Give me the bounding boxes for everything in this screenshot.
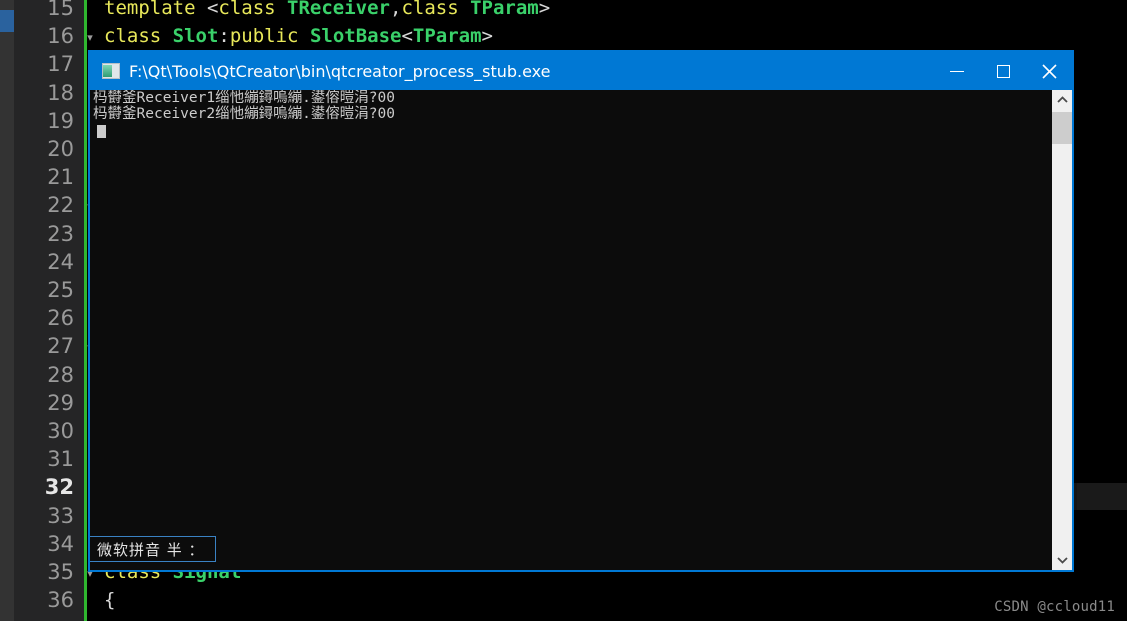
line-number: 30 bbox=[47, 419, 74, 443]
code-token: > bbox=[481, 25, 493, 48]
maximize-icon bbox=[996, 64, 1010, 78]
line-number: 35 bbox=[47, 560, 74, 584]
line-number: 24 bbox=[47, 249, 74, 274]
line-number: 27 bbox=[47, 334, 74, 359]
code-token: < bbox=[206, 0, 219, 19]
line-number: 21 bbox=[47, 165, 74, 190]
code-token: class bbox=[401, 0, 471, 19]
code-token: TParam bbox=[470, 0, 539, 19]
code-token: class bbox=[218, 0, 288, 19]
line-number: 34 bbox=[47, 531, 74, 556]
chevron-up-icon bbox=[1056, 96, 1068, 103]
line-number: 26 bbox=[47, 306, 74, 331]
line-number: 18 bbox=[47, 80, 74, 105]
console-scrollbar[interactable] bbox=[1052, 90, 1072, 570]
scroll-down-button[interactable] bbox=[1052, 550, 1072, 570]
editor-side-panel bbox=[1077, 483, 1127, 510]
code-token: SlotBase bbox=[309, 25, 402, 48]
console-window[interactable]: F:\Qt\Tools\QtCreator\bin\qtcreator_proc… bbox=[88, 50, 1074, 572]
code-token: Slot bbox=[172, 25, 219, 48]
line-number: 28 bbox=[47, 362, 74, 387]
console-output-area[interactable]: 杩欎釜Receiver1缁忚繃鐞嗚繃.鍙傛暟涓?00 杩欎釜Receiver2缁忚… bbox=[90, 90, 1072, 570]
console-cursor bbox=[97, 125, 106, 138]
screen: 15 16 17 18 19 20 21 22 23 24 25 26 27 28 29 30 31 32 33 34… bbox=[0, 0, 1127, 621]
window-controls bbox=[934, 52, 1072, 90]
close-button[interactable] bbox=[1026, 52, 1072, 90]
csdn-watermark: CSDN @ccloud11 bbox=[994, 599, 1115, 615]
code-line[interactable]: class Slot:public SlotBase<TParam> bbox=[104, 22, 493, 50]
code-token: template bbox=[104, 0, 207, 19]
line-number: 22 bbox=[47, 193, 74, 218]
code-token: : bbox=[218, 25, 230, 48]
ime-status-indicator[interactable]: 微软拼音 半 ： bbox=[90, 536, 216, 562]
code-token: public bbox=[229, 25, 310, 48]
console-title-text: F:\Qt\Tools\QtCreator\bin\qtcreator_proc… bbox=[129, 61, 551, 81]
line-number: 36 bbox=[47, 588, 74, 613]
code-token: > bbox=[538, 0, 551, 19]
line-number: 16 bbox=[47, 24, 74, 49]
minimize-button[interactable] bbox=[934, 52, 980, 90]
ime-status-text: 微软拼音 半 ： bbox=[97, 540, 205, 559]
line-number: 25 bbox=[47, 278, 74, 302]
bookmark-marker[interactable] bbox=[0, 10, 14, 32]
line-number: 29 bbox=[47, 390, 74, 415]
line-number: 19 bbox=[47, 108, 74, 133]
line-number: 23 bbox=[47, 221, 74, 246]
console-titlebar[interactable]: F:\Qt\Tools\QtCreator\bin\qtcreator_proc… bbox=[90, 52, 1072, 90]
close-icon bbox=[1041, 63, 1057, 79]
chevron-down-icon bbox=[1056, 557, 1068, 564]
scroll-up-button[interactable] bbox=[1052, 90, 1072, 110]
line-number: 33 bbox=[47, 503, 74, 528]
code-token: TReceiver bbox=[287, 0, 390, 19]
code-token: , bbox=[390, 0, 402, 19]
console-text: 杩欎釜Receiver1缁忚繃鐞嗚繃.鍙傛暟涓?00 杩欎釜Receiver2缁忚… bbox=[93, 90, 1050, 138]
console-output-line: 杩欎釜Receiver2缁忚繃鐞嗚繃.鍙傛暟涓?00 bbox=[93, 106, 395, 122]
minimize-icon bbox=[950, 70, 964, 72]
code-token: < bbox=[401, 25, 413, 48]
maximize-button[interactable] bbox=[980, 52, 1026, 90]
line-number: 17 bbox=[47, 52, 74, 77]
editor-marker-column[interactable] bbox=[0, 0, 14, 621]
code-token: { bbox=[104, 589, 116, 612]
code-line[interactable]: template <class TReceiver,class TParam> bbox=[104, 0, 550, 22]
console-caret-row bbox=[93, 122, 1050, 138]
code-token: class bbox=[104, 25, 173, 48]
scrollbar-thumb[interactable] bbox=[1052, 112, 1072, 144]
line-number: 32 bbox=[44, 475, 74, 500]
code-line[interactable]: { bbox=[104, 586, 115, 614]
console-window-icon bbox=[102, 63, 120, 79]
change-indicator-bar bbox=[84, 0, 87, 621]
console-output-line: 杩欎釜Receiver1缁忚繃鐞嗚繃.鍙傛暟涓?00 bbox=[93, 90, 395, 106]
line-number: 20 bbox=[47, 137, 74, 161]
code-token: TParam bbox=[412, 25, 482, 48]
line-number: 31 bbox=[47, 447, 74, 472]
line-number: 15 bbox=[47, 0, 74, 20]
